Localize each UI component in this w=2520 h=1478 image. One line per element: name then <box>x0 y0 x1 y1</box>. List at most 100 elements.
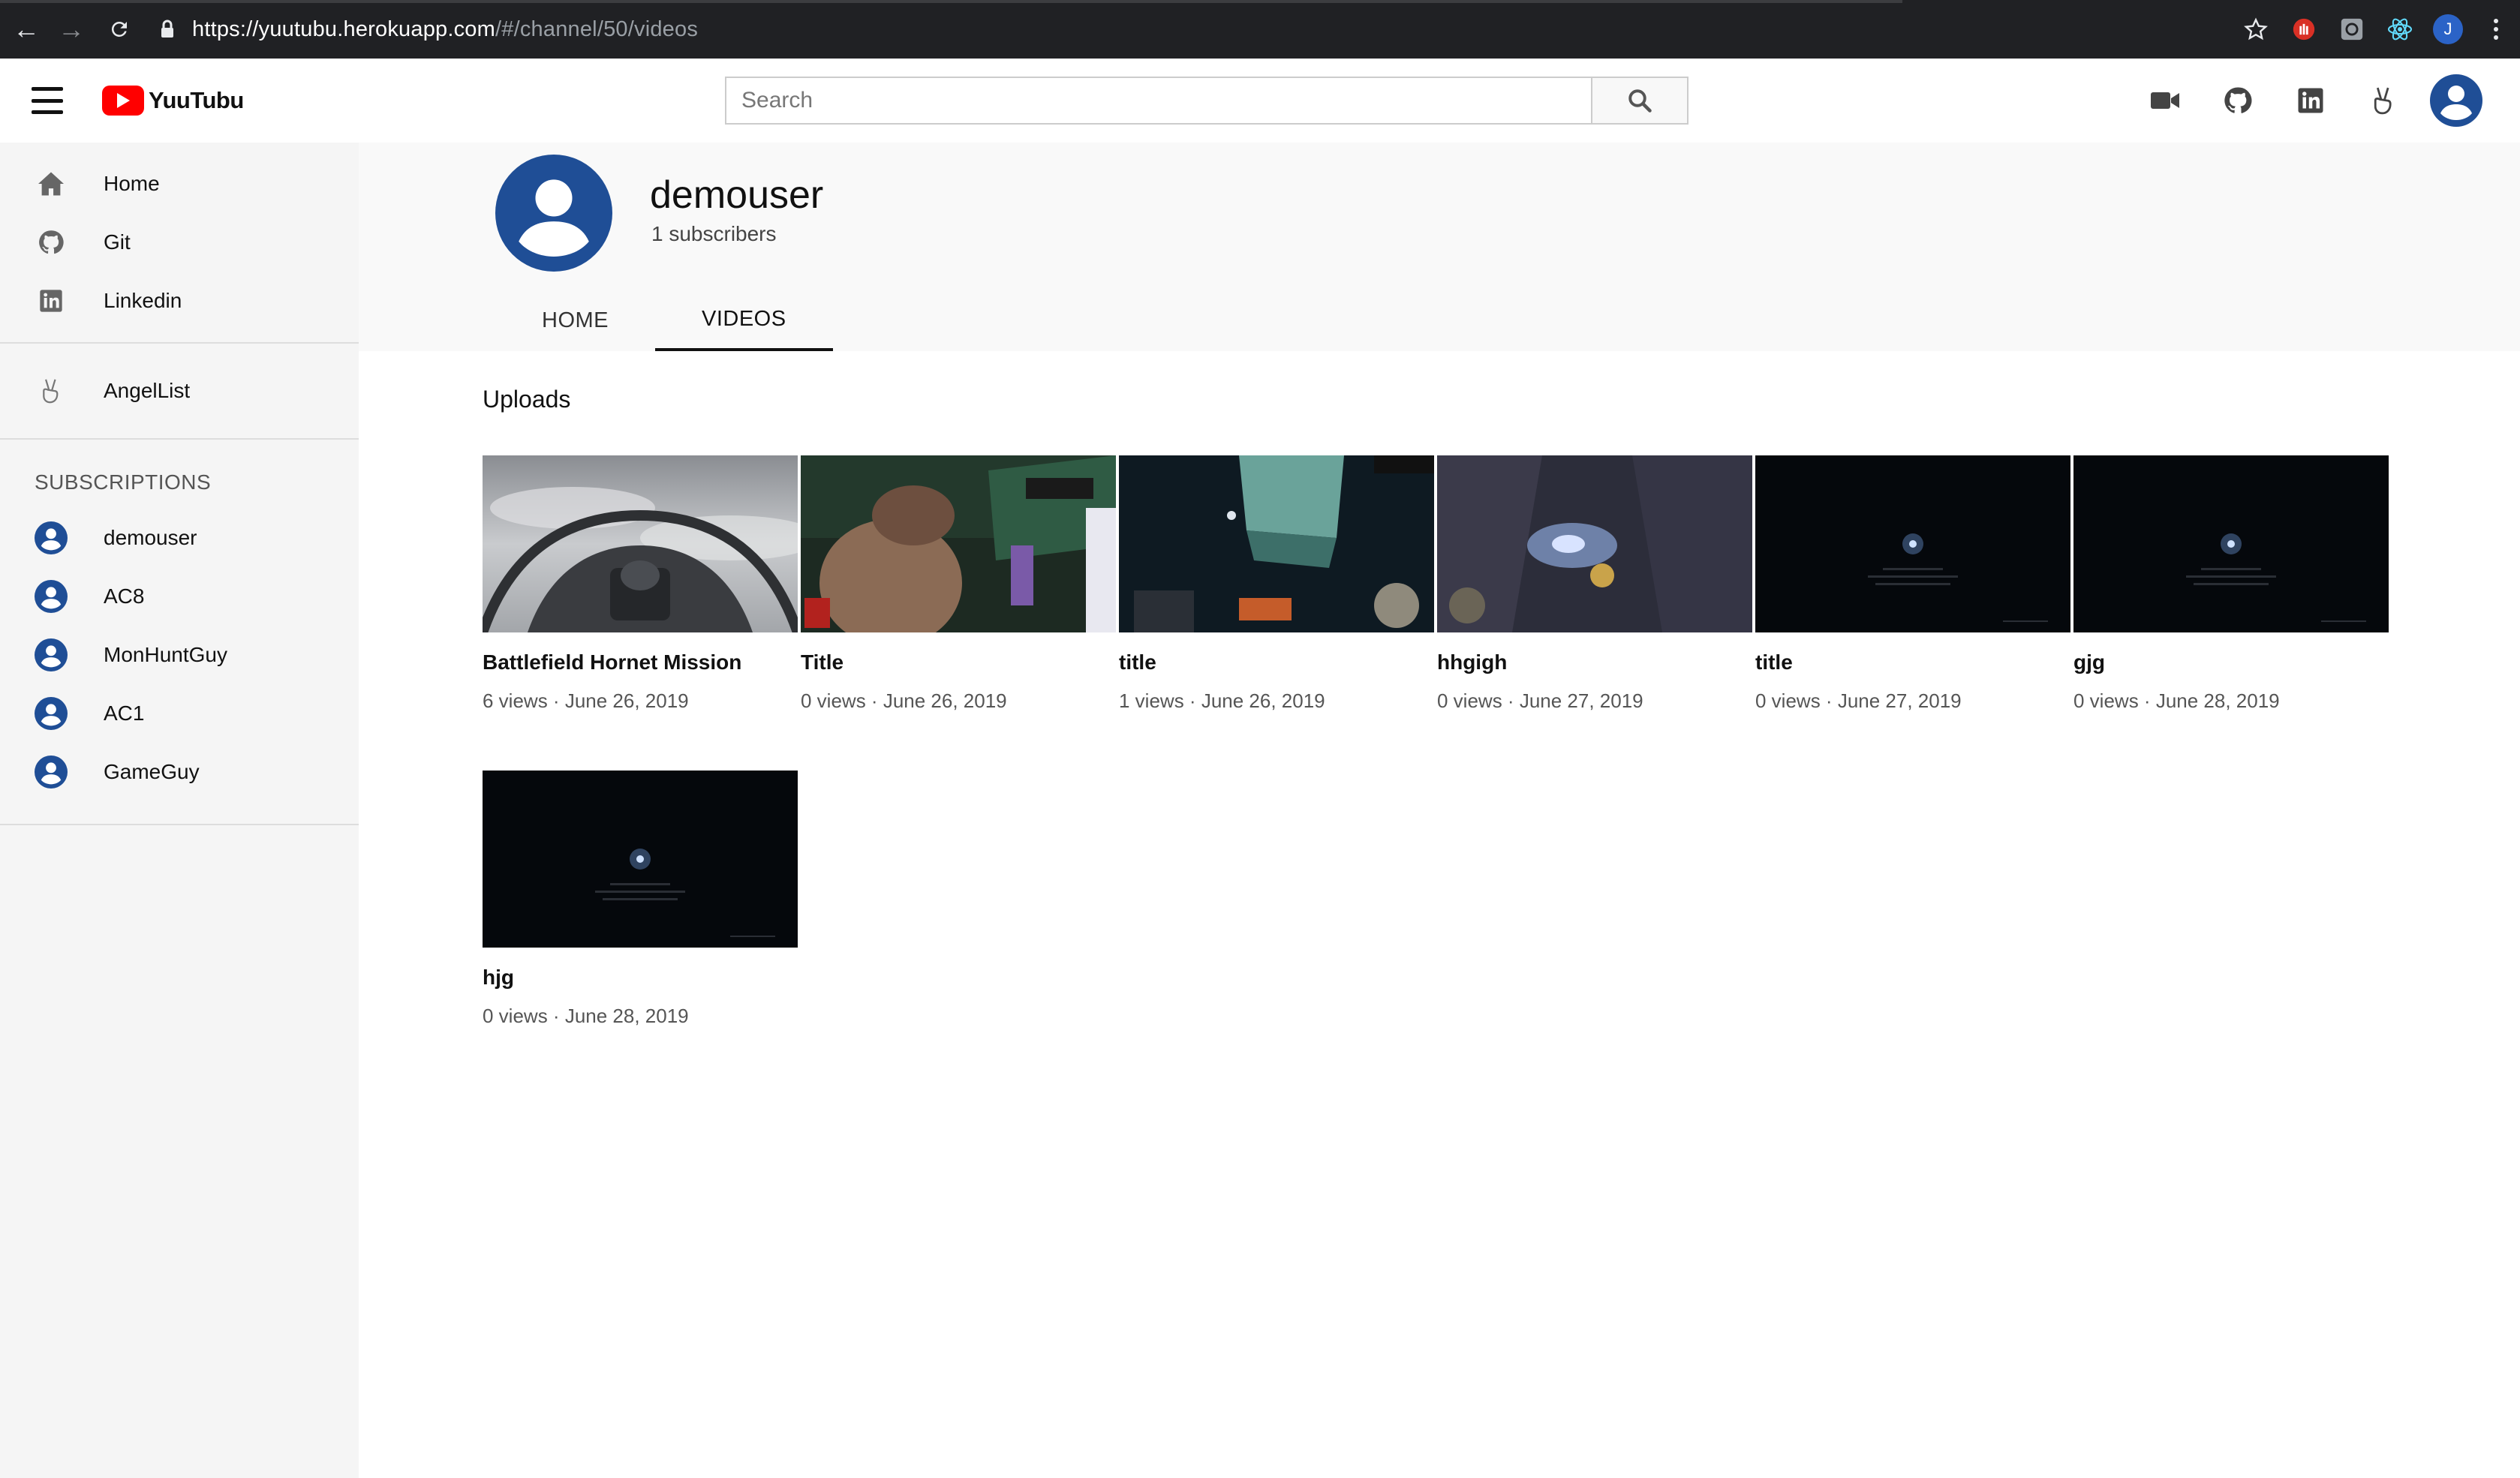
url-host: https://yuutubu.herokuapp.com <box>192 17 495 41</box>
video-thumbnail[interactable] <box>1119 455 1434 632</box>
sidebar-item-home[interactable]: Home <box>0 155 359 213</box>
search-button[interactable] <box>1591 77 1689 125</box>
lock-icon[interactable] <box>156 0 179 59</box>
subscription-label: demouser <box>104 526 197 549</box>
upload-video-icon[interactable] <box>2128 75 2201 126</box>
video-title[interactable]: gjg <box>2073 650 2392 674</box>
subscriptions-heading: SUBSCRIPTIONS <box>35 470 212 494</box>
video-title[interactable]: title <box>1755 650 2073 674</box>
address-bar[interactable]: https://yuutubu.herokuapp.com/#/channel/… <box>192 17 698 42</box>
video-meta: 0 views · June 27, 2019 <box>1437 689 1643 712</box>
video-card[interactable]: hhgigh 0 views · June 27, 2019 <box>1437 455 1755 771</box>
profile-button[interactable]: J <box>2424 0 2472 59</box>
subscriber-count: 1 subscribers <box>651 222 777 245</box>
sidebar-item-label: Git <box>104 230 131 254</box>
hamburger-menu-icon[interactable] <box>32 87 63 114</box>
channel-avatar-icon <box>35 638 68 671</box>
linkedin-icon <box>35 284 68 317</box>
subscription-label: MonHuntGuy <box>104 643 227 666</box>
video-views: 0 views <box>1437 689 1502 712</box>
video-meta: 0 views · June 28, 2019 <box>2073 689 2280 712</box>
video-card[interactable]: Title 0 views · June 26, 2019 <box>801 455 1119 771</box>
video-meta: 0 views · June 27, 2019 <box>1755 689 1962 712</box>
page-load-progress <box>0 0 1902 3</box>
channel-avatar-icon <box>35 580 68 613</box>
sidebar: Home Git Linkedin AngelList SUBSCRIPTION… <box>0 143 359 1478</box>
uploads-heading: Uploads <box>483 386 571 413</box>
video-meta: 1 views · June 26, 2019 <box>1119 689 1325 712</box>
video-date: June 26, 2019 <box>564 689 689 712</box>
video-card[interactable]: Battlefield Hornet Mission 6 views · Jun… <box>483 455 801 771</box>
video-title[interactable]: hhgigh <box>1437 650 1755 674</box>
subscription-label: AC1 <box>104 701 145 725</box>
video-views: 0 views <box>483 1005 548 1027</box>
video-thumbnail[interactable] <box>1437 455 1752 632</box>
channel-avatar-icon <box>35 697 68 730</box>
video-title[interactable]: Battlefield Hornet Mission <box>483 650 801 674</box>
video-card[interactable]: title 0 views · June 27, 2019 <box>1755 455 2073 771</box>
extension-red-icon[interactable] <box>2280 0 2328 59</box>
video-date: June 27, 2019 <box>1519 689 1643 712</box>
video-thumbnail[interactable] <box>801 455 1116 632</box>
forward-icon[interactable]: → <box>45 0 98 59</box>
video-thumbnail[interactable] <box>483 455 798 632</box>
sidebar-item-label: Home <box>104 172 160 195</box>
user-avatar-icon[interactable] <box>2430 74 2482 127</box>
video-thumbnail[interactable] <box>483 771 798 948</box>
sidebar-main-section: Home Git Linkedin <box>0 143 359 344</box>
extension-gray-icon[interactable] <box>2328 0 2376 59</box>
video-date: June 27, 2019 <box>1837 689 1962 712</box>
video-views: 1 views <box>1119 689 1184 712</box>
app-header: YuuTubu <box>0 59 2520 143</box>
video-thumbnail[interactable] <box>1755 455 2070 632</box>
logo-text: YuuTubu <box>149 87 244 113</box>
video-card[interactable]: title 1 views · June 26, 2019 <box>1119 455 1437 771</box>
channel-header: demouser 1 subscribers HOME VIDEOS <box>359 143 2520 351</box>
sidebar-subscriptions-section: SUBSCRIPTIONS demouser AC8 MonHuntGuy AC… <box>0 440 359 825</box>
video-card[interactable]: gjg 0 views · June 28, 2019 <box>2073 455 2392 771</box>
video-views: 0 views <box>801 689 866 712</box>
tab-videos[interactable]: VIDEOS <box>655 290 833 351</box>
video-date: June 28, 2019 <box>2155 689 2280 712</box>
sidebar-item-angellist[interactable]: AngelList <box>0 362 359 420</box>
channel-avatar-icon <box>495 155 612 272</box>
video-title[interactable]: hjg <box>483 966 801 990</box>
home-icon <box>35 167 68 200</box>
subscription-label: AC8 <box>104 584 145 608</box>
search-input[interactable] <box>725 77 1591 125</box>
video-card[interactable]: hjg 0 views · June 28, 2019 <box>483 771 801 1086</box>
tab-home[interactable]: HOME <box>495 290 655 351</box>
channel-avatar-icon <box>35 756 68 789</box>
search-bar <box>725 77 1689 125</box>
video-views: 0 views <box>1755 689 1821 712</box>
video-title[interactable]: Title <box>801 650 1119 674</box>
video-date: June 26, 2019 <box>883 689 1007 712</box>
angellist-icon <box>35 374 68 407</box>
browser-toolbar: ← → https://yuutubu.herokuapp.com/#/chan… <box>0 0 2520 59</box>
subscription-label: GameGuy <box>104 760 200 783</box>
subscription-item[interactable]: GameGuy <box>0 743 359 801</box>
channel-name: demouser <box>650 173 824 217</box>
bookmark-star-icon[interactable] <box>2232 0 2280 59</box>
angellist-icon[interactable] <box>2347 75 2419 126</box>
profile-initial: J <box>2433 14 2463 44</box>
video-thumbnail[interactable] <box>2073 455 2389 632</box>
video-title[interactable]: title <box>1119 650 1437 674</box>
github-icon[interactable] <box>2201 75 2274 126</box>
video-meta: 0 views · June 26, 2019 <box>801 689 1007 712</box>
subscription-item[interactable]: demouser <box>0 509 359 567</box>
react-devtools-icon[interactable] <box>2376 0 2424 59</box>
site-logo[interactable]: YuuTubu <box>102 84 244 117</box>
reload-icon[interactable] <box>93 0 146 59</box>
sidebar-item-linkedin[interactable]: Linkedin <box>0 272 359 330</box>
sidebar-item-git[interactable]: Git <box>0 213 359 272</box>
video-views: 0 views <box>2073 689 2139 712</box>
subscription-item[interactable]: AC8 <box>0 567 359 626</box>
menu-kebab-icon[interactable] <box>2472 0 2520 59</box>
linkedin-icon[interactable] <box>2274 75 2347 126</box>
video-date: June 28, 2019 <box>564 1005 689 1027</box>
subscription-item[interactable]: MonHuntGuy <box>0 626 359 684</box>
sidebar-item-label: Linkedin <box>104 289 182 312</box>
video-date: June 26, 2019 <box>1201 689 1325 712</box>
subscription-item[interactable]: AC1 <box>0 684 359 743</box>
